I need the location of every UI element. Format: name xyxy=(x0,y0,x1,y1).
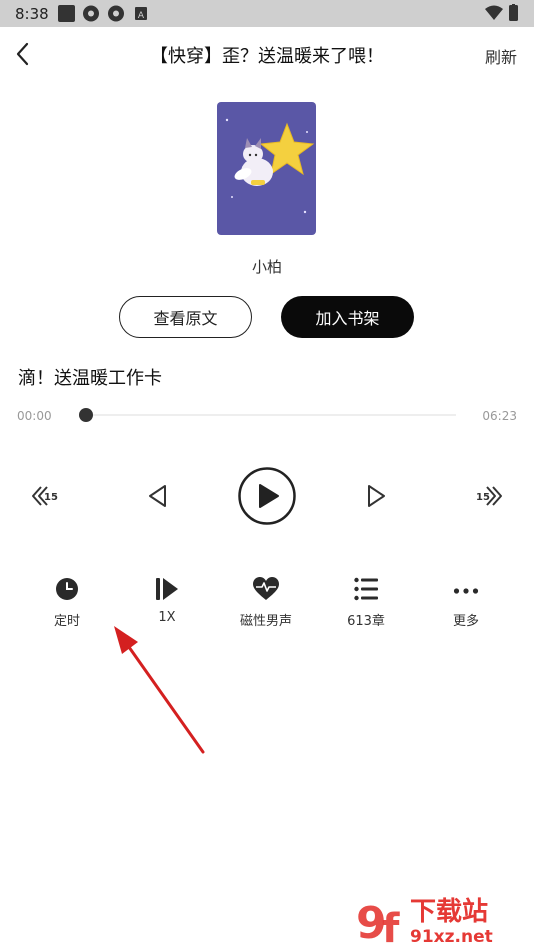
watermark-logo: 9 f 下载站 91xz.net xyxy=(352,892,532,952)
svg-text:f: f xyxy=(382,906,400,948)
annotation-arrow xyxy=(114,626,205,754)
svg-text:91xz.net: 91xz.net xyxy=(410,927,493,947)
svg-text:下载站: 下载站 xyxy=(410,897,488,927)
